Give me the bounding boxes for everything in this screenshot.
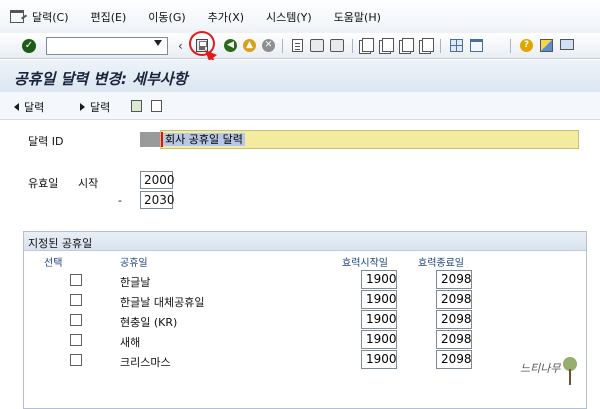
holiday-to-field[interactable]: 2098 — [436, 330, 472, 349]
monitor-icon[interactable] — [560, 39, 574, 50]
row-checkbox[interactable] — [70, 354, 82, 366]
print-icon[interactable] — [292, 39, 303, 52]
row-checkbox[interactable] — [70, 314, 82, 326]
calendar-id-value: 회사 공휴일 달력 — [163, 133, 245, 146]
toolbar-separator — [282, 39, 283, 53]
col-valid-to: 효력종료일 — [418, 258, 464, 269]
holiday-name: 한글날 대체공휴일 — [120, 296, 205, 309]
dropdown-icon[interactable] — [154, 40, 162, 46]
menu-help[interactable]: 도움말(H) — [334, 9, 381, 25]
tree-logo-icon — [563, 357, 577, 385]
next-icon — [80, 103, 85, 111]
prev-calendar-label: 달력 — [24, 101, 45, 114]
holiday-name: 한글날 — [120, 276, 151, 289]
menu-goto[interactable]: 이동(G) — [148, 9, 185, 25]
holiday-row: 현충일 (KR) 1900 2098 — [24, 310, 586, 330]
row-checkbox[interactable] — [70, 334, 82, 346]
application-toolbar: 달력 달력 — [0, 92, 600, 120]
col-valid-from: 효력시작일 — [342, 258, 388, 269]
assigned-holidays-group: 지정된 공휴일 선택 공휴일 효력시작일 효력종료일 한글날 1900 2098… — [23, 231, 587, 409]
details-icon[interactable] — [151, 100, 162, 112]
back-chevron-icon[interactable]: ‹ — [178, 39, 183, 53]
menu-system[interactable]: 시스템(Y) — [266, 9, 312, 25]
find-next-icon[interactable] — [330, 39, 344, 52]
toolbar-separator — [352, 39, 353, 53]
prev-page-icon[interactable] — [382, 38, 394, 52]
cancel-icon[interactable]: ✕ — [262, 39, 275, 52]
next-calendar-label: 달력 — [90, 101, 111, 114]
system-menu-icon[interactable] — [10, 10, 24, 23]
new-session-icon[interactable] — [450, 39, 463, 52]
prev-calendar-button[interactable]: 달력 — [14, 99, 44, 115]
group-header: 지정된 공휴일 — [24, 232, 586, 251]
group-title: 지정된 공휴일 — [28, 237, 93, 250]
overview-icon[interactable] — [131, 100, 142, 112]
row-checkbox[interactable] — [70, 274, 82, 286]
holiday-from-field[interactable]: 1900 — [361, 350, 397, 369]
col-select: 선택 — [44, 258, 63, 269]
next-page-icon[interactable] — [402, 38, 414, 52]
holiday-to-field[interactable]: 2098 — [436, 270, 472, 289]
end-separator: - — [118, 194, 122, 207]
holiday-from-field[interactable]: 1900 — [361, 310, 397, 329]
help-icon[interactable]: ? — [520, 39, 533, 52]
holiday-to-field[interactable]: 2098 — [436, 290, 472, 309]
holiday-row: 한글날 1900 2098 — [24, 270, 586, 290]
col-holiday: 공휴일 — [120, 258, 148, 269]
menu-extras[interactable]: 추가(X) — [208, 9, 244, 25]
layout-icon[interactable] — [540, 39, 553, 52]
form-area: 달력 ID 회사 공휴일 달력 유효일 시작 - 2000 2030 지정된 공… — [0, 121, 600, 409]
holiday-from-field[interactable]: 1900 — [361, 270, 397, 289]
validity-label: 유효일 — [28, 177, 59, 190]
holiday-name: 새해 — [120, 336, 141, 349]
last-page-icon[interactable] — [422, 38, 434, 52]
holiday-row: 새해 1900 2098 — [24, 330, 586, 350]
holiday-to-field[interactable]: 2098 — [436, 310, 472, 329]
shortcut-icon[interactable] — [470, 39, 483, 52]
toolbar-separator — [510, 39, 511, 53]
find-icon[interactable] — [310, 39, 324, 52]
calendar-id-label: 달력 ID — [28, 135, 64, 148]
holiday-from-field[interactable]: 1900 — [361, 330, 397, 349]
holiday-name: 크리스마스 — [120, 356, 171, 369]
first-page-icon[interactable] — [362, 38, 374, 52]
menu-calendar[interactable]: 달력(C) — [32, 9, 69, 25]
page-title: 공휴일 달력 변경: 세부사항 — [14, 70, 188, 88]
standard-toolbar: ✓ ‹ ◀ ▲ ✕ ? — [0, 33, 600, 59]
next-calendar-button[interactable]: 달력 — [80, 99, 110, 115]
row-checkbox[interactable] — [70, 294, 82, 306]
menu-edit[interactable]: 편집(E) — [91, 9, 127, 25]
menu-bar: 달력(C) 편집(E) 이동(G) 추가(X) 시스템(Y) 도움말(H) — [0, 0, 600, 33]
holiday-name: 현충일 (KR) — [120, 316, 178, 329]
calendar-id-field[interactable]: 회사 공휴일 달력 — [160, 130, 579, 149]
holiday-to-field[interactable]: 2098 — [436, 350, 472, 369]
start-label: 시작 — [78, 177, 99, 190]
toolbar-separator — [440, 39, 441, 53]
valid-from-field[interactable]: 2000 — [140, 171, 175, 189]
calendar-id-key — [140, 132, 160, 147]
prev-icon — [14, 103, 19, 111]
valid-to-field[interactable]: 2030 — [140, 191, 175, 209]
holiday-row: 한글날 대체공휴일 1900 2098 — [24, 290, 586, 310]
holiday-row: 크리스마스 1900 2098 — [24, 350, 586, 370]
check-icon[interactable]: ✓ — [22, 39, 36, 53]
holiday-from-field[interactable]: 1900 — [361, 290, 397, 309]
command-field[interactable] — [46, 37, 168, 55]
title-bar: 공휴일 달력 변경: 세부사항 — [0, 60, 600, 92]
watermark: 느티나무 — [520, 362, 561, 375]
